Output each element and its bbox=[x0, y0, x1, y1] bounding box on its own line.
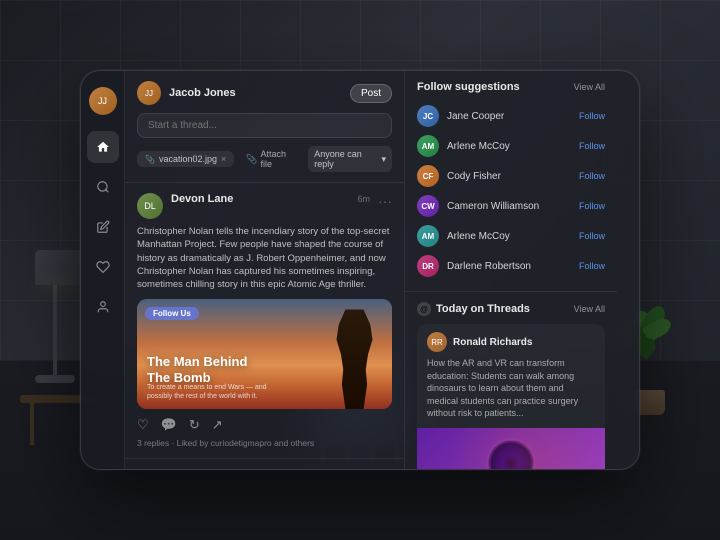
follow-button[interactable]: Follow bbox=[579, 141, 605, 151]
follow-button[interactable]: Follow bbox=[579, 111, 605, 121]
post-avatar: DL bbox=[137, 193, 163, 219]
comment-button[interactable]: 💬 bbox=[161, 417, 177, 433]
suggestion-item: AM Arlene McCoy Follow bbox=[417, 131, 605, 161]
attachment-file[interactable]: 📎 vacation02.jpg × bbox=[137, 151, 234, 167]
repost-button[interactable]: ↻ bbox=[189, 417, 200, 433]
post-time: 6m bbox=[357, 194, 370, 204]
post-more-button[interactable]: ··· bbox=[378, 193, 392, 209]
sidebar-item-home[interactable] bbox=[87, 131, 119, 163]
today-on-threads-section: @ Today on Threads View All RR Ronald Ri… bbox=[405, 292, 617, 469]
suggestion-name: Cameron Williamson bbox=[447, 201, 571, 212]
post-actions: ♡ 💬 ↻ ↗ bbox=[137, 417, 392, 433]
follow-button[interactable]: Follow bbox=[579, 201, 605, 211]
sidebar-item-likes[interactable] bbox=[87, 251, 119, 283]
suggestion-item: CW Cameron Williamson Follow bbox=[417, 191, 605, 221]
suggestion-item: JC Jane Cooper Follow bbox=[417, 101, 605, 131]
suggestion-item: AM Arlene McCoy Follow bbox=[417, 221, 605, 251]
composer-username: Jacob Jones bbox=[169, 87, 342, 99]
feed-scroll[interactable]: DL Devon Lane 6m ··· Christopher Nolan t… bbox=[125, 183, 404, 469]
suggestion-avatar: AM bbox=[417, 225, 439, 247]
featured-avatar: RR bbox=[427, 332, 447, 352]
follow-button[interactable]: Follow bbox=[579, 261, 605, 271]
movie-card: Follow Us The Man BehindThe Bomb To crea… bbox=[137, 299, 392, 409]
post-likes: 3 replies · Liked by curiodetigmapro and… bbox=[137, 438, 392, 448]
follow-button[interactable]: Follow bbox=[579, 231, 605, 241]
thread-input[interactable] bbox=[137, 113, 392, 138]
suggestion-name: Arlene McCoy bbox=[447, 141, 571, 152]
follow-suggestions-title: Follow suggestions bbox=[417, 81, 520, 93]
attach-icon: 📎 bbox=[246, 154, 257, 165]
follow-suggestions-section: Follow suggestions View All JC Jane Coop… bbox=[405, 71, 617, 292]
follow-button[interactable]: Follow bbox=[579, 171, 605, 181]
featured-image bbox=[417, 428, 605, 469]
sidebar-item-search[interactable] bbox=[87, 171, 119, 203]
post-composer: JJ Jacob Jones Post 📎 vacation02.jpg × 📎… bbox=[125, 71, 404, 183]
chevron-down-icon: ▾ bbox=[381, 154, 386, 165]
suggestion-item: DR Darlene Robertson Follow bbox=[417, 251, 605, 281]
suggestion-name: Arlene McCoy bbox=[447, 231, 571, 242]
like-button[interactable]: ♡ bbox=[137, 417, 149, 433]
post-username: Devon Lane bbox=[171, 193, 233, 205]
post-button[interactable]: Post bbox=[350, 84, 392, 103]
composer-actions: 📎 vacation02.jpg × 📎 Attach file Anyone … bbox=[137, 146, 392, 172]
sidebar-avatar[interactable]: JJ bbox=[89, 87, 117, 115]
sidebar-item-profile[interactable] bbox=[87, 291, 119, 323]
suggestion-avatar: JC bbox=[417, 105, 439, 127]
threads-icon: @ bbox=[417, 302, 431, 316]
post-item: DL Devon Lane 6m ··· Christopher Nolan t… bbox=[125, 183, 404, 459]
featured-content: RR Ronald Richards How the AR and VR can… bbox=[417, 324, 605, 428]
camera-lens bbox=[489, 440, 534, 469]
suggestion-name: Jane Cooper bbox=[447, 111, 571, 122]
remove-attachment-icon[interactable]: × bbox=[221, 154, 226, 164]
sidebar-item-compose[interactable] bbox=[87, 211, 119, 243]
reply-options[interactable]: Anyone can reply ▾ bbox=[308, 146, 392, 172]
post-item: JB Jerome Bell 3m ··· Hello new (old) fr… bbox=[125, 459, 404, 469]
suggestion-avatar: AM bbox=[417, 135, 439, 157]
follow-us-button[interactable]: Follow Us bbox=[145, 307, 199, 320]
follow-view-all-button[interactable]: View All bbox=[574, 82, 605, 92]
featured-post[interactable]: RR Ronald Richards How the AR and VR can… bbox=[417, 324, 605, 469]
sidebar: JJ bbox=[81, 71, 125, 469]
threads-view-all-button[interactable]: View All bbox=[574, 304, 605, 314]
composer-avatar: JJ bbox=[137, 81, 161, 105]
suggestion-avatar: CW bbox=[417, 195, 439, 217]
featured-text: How the AR and VR can transform educatio… bbox=[427, 357, 595, 420]
app-window: JJ JJ Jacob Jones Post bbox=[80, 70, 640, 470]
suggestion-item: CF Cody Fisher Follow bbox=[417, 161, 605, 191]
feed-area: JJ Jacob Jones Post 📎 vacation02.jpg × 📎… bbox=[125, 71, 405, 469]
suggestion-name: Cody Fisher bbox=[447, 171, 571, 182]
movie-subtitle: To create a means to end Wars — and poss… bbox=[147, 383, 267, 401]
today-threads-title: Today on Threads bbox=[436, 303, 530, 315]
post-text: Christopher Nolan tells the incendiary s… bbox=[137, 225, 392, 291]
attachment-filename: vacation02.jpg bbox=[159, 154, 217, 164]
movie-title: The Man BehindThe Bomb bbox=[147, 354, 247, 385]
attach-file-button[interactable]: 📎 Attach file bbox=[240, 146, 302, 172]
featured-author-name: Ronald Richards bbox=[453, 337, 532, 348]
suggestion-name: Darlene Robertson bbox=[447, 261, 571, 272]
suggestion-avatar: CF bbox=[417, 165, 439, 187]
right-panel: Follow suggestions View All JC Jane Coop… bbox=[405, 71, 617, 469]
suggestion-avatar: DR bbox=[417, 255, 439, 277]
share-button[interactable]: ↗ bbox=[212, 417, 223, 433]
